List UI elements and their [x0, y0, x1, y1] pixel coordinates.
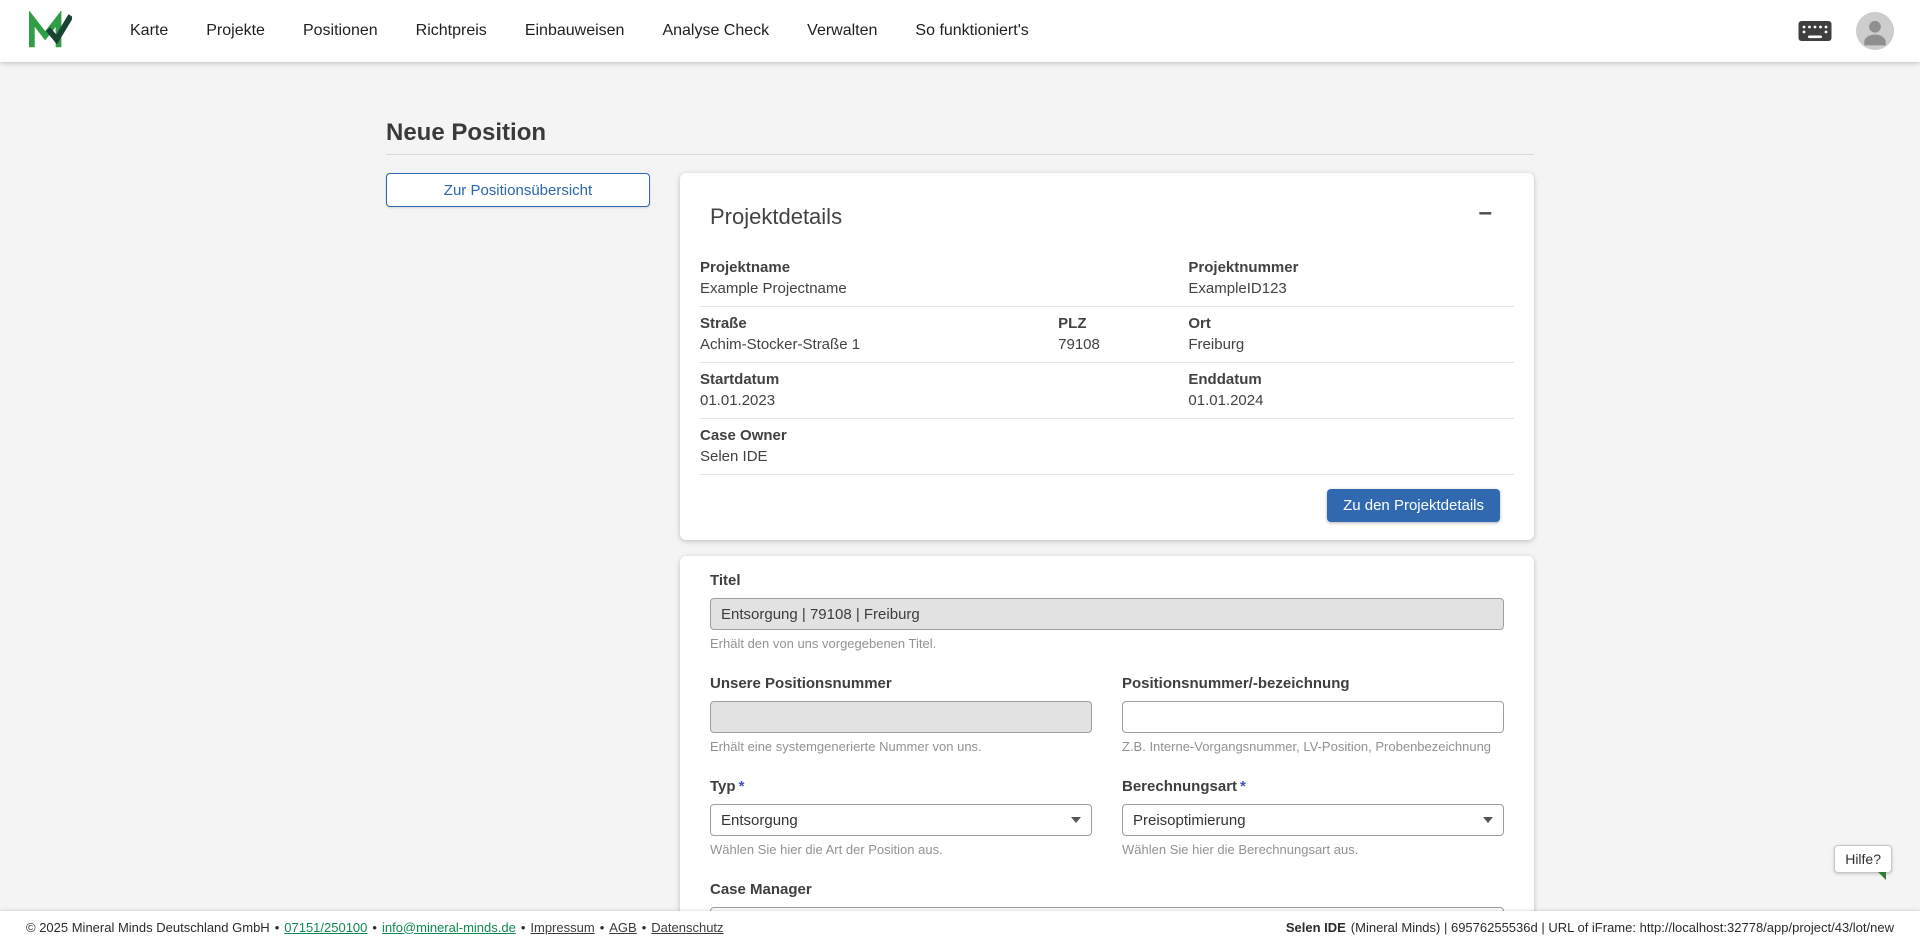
strasse-label: Straße — [700, 315, 1058, 332]
footer-session-info: Selen IDE (Mineral Minds) | 69576255536d… — [1286, 920, 1894, 935]
main-content: Neue Position Zur Positionsübersicht Pro… — [0, 62, 1920, 943]
ort-label: Ort — [1188, 315, 1514, 332]
table-row: Straße Achim-Stocker-Straße 1 PLZ 79108 … — [700, 307, 1514, 363]
nav-item-karte[interactable]: Karte — [130, 22, 168, 40]
session-details: (Mineral Minds) | 69576255536d | URL of … — [1351, 920, 1894, 935]
top-navbar: Karte Projekte Positionen Richtpreis Ein… — [0, 0, 1920, 62]
plz-label: PLZ — [1058, 315, 1188, 332]
agb-link[interactable]: AGB — [609, 920, 636, 935]
titel-input — [710, 598, 1504, 630]
titel-label: Titel — [710, 572, 1504, 590]
typ-field: Typ* Entsorgung Wählen Sie hier die Art … — [710, 778, 1092, 857]
nav-item-so-funktionierts[interactable]: So funktioniert's — [915, 22, 1028, 40]
table-row: Case Owner Selen IDE — [700, 419, 1514, 475]
unsere-positionsnummer-helper: Erhält eine systemgenerierte Nummer von … — [710, 739, 1092, 754]
help-button[interactable]: Hilfe? — [1834, 845, 1892, 873]
datenschutz-link[interactable]: Datenschutz — [651, 920, 723, 935]
keyboard-icon[interactable] — [1798, 19, 1832, 43]
typ-label: Typ — [710, 778, 736, 795]
nav-item-analyse-check[interactable]: Analyse Check — [662, 22, 769, 40]
chevron-down-icon — [1483, 817, 1493, 823]
startdatum-value: 01.01.2023 — [700, 392, 1188, 409]
project-details-button[interactable]: Zu den Projektdetails — [1327, 489, 1500, 522]
footer: © 2025 Mineral Minds Deutschland GmbH • … — [0, 911, 1920, 943]
table-row: Startdatum 01.01.2023 Enddatum 01.01.202… — [700, 363, 1514, 419]
case-owner-label: Case Owner — [700, 427, 1514, 444]
berechnungsart-required-mark: * — [1240, 778, 1246, 795]
nav-item-positionen[interactable]: Positionen — [303, 22, 378, 40]
berechnungsart-field: Berechnungsart* Preisoptimierung Wählen … — [1122, 778, 1504, 857]
nav-item-richtpreis[interactable]: Richtpreis — [416, 22, 487, 40]
berechnungsart-select[interactable]: Preisoptimierung — [1122, 804, 1504, 836]
typ-helper: Wählen Sie hier die Art der Position aus… — [710, 842, 1092, 857]
logo-m-icon — [26, 11, 72, 51]
nav-menu: Karte Projekte Positionen Richtpreis Ein… — [130, 22, 1029, 40]
strasse-value: Achim-Stocker-Straße 1 — [700, 336, 1058, 353]
plz-value: 79108 — [1058, 336, 1188, 353]
projektname-value: Example Projectname — [700, 280, 1188, 297]
typ-required-mark: * — [739, 778, 745, 795]
case-owner-value: Selen IDE — [700, 448, 1514, 465]
positionsnummer-label: Positionsnummer/-bezeichnung — [1122, 675, 1504, 693]
project-details-table: Projektname Example Projectname Projektn… — [700, 251, 1514, 475]
footer-left: © 2025 Mineral Minds Deutschland GmbH • … — [26, 920, 724, 935]
nav-item-projekte[interactable]: Projekte — [206, 22, 265, 40]
position-form-card: Titel Erhält den von uns vorgegebenen Ti… — [680, 556, 1534, 943]
title-divider — [386, 154, 1534, 155]
project-details-card: Projektdetails – Projektname Example Pro… — [680, 173, 1534, 540]
project-card-title: Projektdetails — [710, 203, 842, 231]
unsere-positionsnummer-input — [710, 701, 1092, 733]
startdatum-label: Startdatum — [700, 371, 1188, 388]
typ-select-value: Entsorgung — [721, 812, 798, 829]
separator: • — [275, 920, 280, 935]
titel-helper: Erhält den von uns vorgegebenen Titel. — [710, 636, 1504, 651]
page-title: Neue Position — [386, 118, 1534, 147]
titel-field: Titel Erhält den von uns vorgegebenen Ti… — [710, 572, 1504, 651]
projektnummer-value: ExampleID123 — [1188, 280, 1514, 297]
case-manager-label: Case Manager — [710, 881, 1504, 899]
nav-item-einbauweisen[interactable]: Einbauweisen — [525, 22, 625, 40]
projektname-label: Projektname — [700, 259, 1188, 276]
berechnungsart-helper: Wählen Sie hier die Berechnungsart aus. — [1122, 842, 1504, 857]
phone-link[interactable]: 07151/250100 — [284, 920, 367, 935]
session-user: Selen IDE — [1286, 920, 1346, 935]
mineral-minds-logo[interactable] — [26, 10, 74, 52]
back-to-positions-button[interactable]: Zur Positionsübersicht — [386, 173, 650, 207]
help-button-label: Hilfe? — [1845, 851, 1881, 867]
separator: • — [600, 920, 605, 935]
positionsnummer-field: Positionsnummer/-bezeichnung Z.B. Intern… — [1122, 675, 1504, 754]
table-row: Projektname Example Projectname Projektn… — [700, 251, 1514, 307]
enddatum-value: 01.01.2024 — [1188, 392, 1514, 409]
ort-value: Freiburg — [1188, 336, 1514, 353]
enddatum-label: Enddatum — [1188, 371, 1514, 388]
chevron-down-icon — [1071, 817, 1081, 823]
typ-select[interactable]: Entsorgung — [710, 804, 1092, 836]
copyright-text: © 2025 Mineral Minds Deutschland GmbH — [26, 920, 270, 935]
collapse-card-icon[interactable]: – — [1479, 203, 1492, 223]
help-bubble-tail-icon — [1878, 872, 1886, 880]
unsere-positionsnummer-label: Unsere Positionsnummer — [710, 675, 1092, 693]
impressum-link[interactable]: Impressum — [530, 920, 594, 935]
projektnummer-label: Projektnummer — [1188, 259, 1514, 276]
separator: • — [642, 920, 647, 935]
positionsnummer-helper: Z.B. Interne-Vorgangsnummer, LV-Position… — [1122, 739, 1504, 754]
email-link[interactable]: info@mineral-minds.de — [382, 920, 516, 935]
nav-right-actions — [1798, 12, 1894, 50]
nav-item-verwalten[interactable]: Verwalten — [807, 22, 877, 40]
avatar-icon[interactable] — [1856, 12, 1894, 50]
berechnungsart-label: Berechnungsart — [1122, 778, 1237, 795]
berechnungsart-select-value: Preisoptimierung — [1133, 812, 1246, 829]
separator: • — [521, 920, 526, 935]
separator: • — [372, 920, 377, 935]
unsere-positionsnummer-field: Unsere Positionsnummer Erhält eine syste… — [710, 675, 1092, 754]
positionsnummer-input[interactable] — [1122, 701, 1504, 733]
